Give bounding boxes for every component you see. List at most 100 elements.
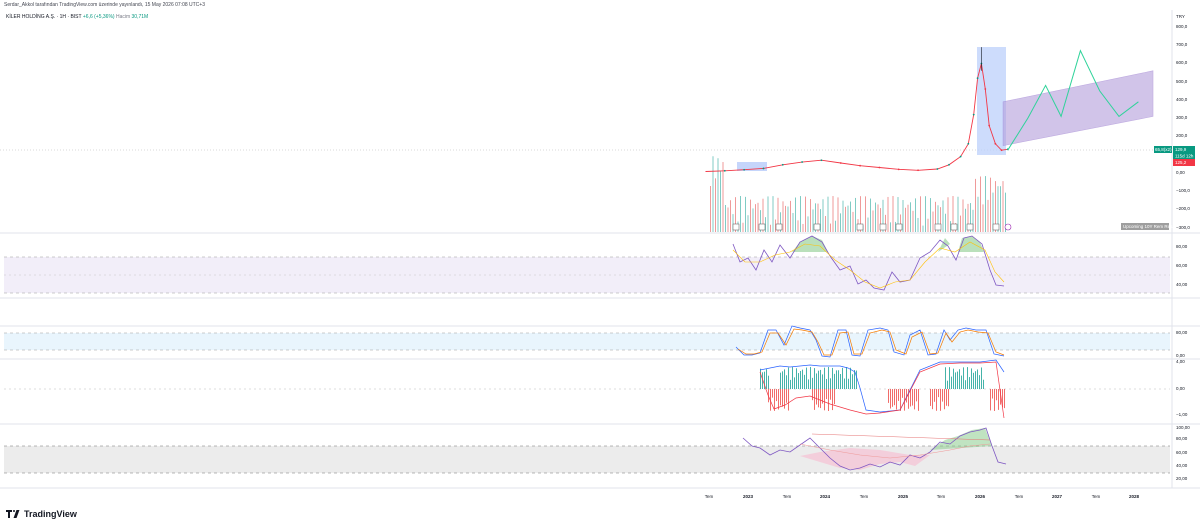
- osc-tick: 4,00: [1176, 359, 1185, 364]
- volume-bar: [832, 196, 834, 232]
- earnings-marker[interactable]: [950, 223, 958, 231]
- osc-bar: [998, 389, 999, 410]
- osc-bar: [834, 373, 835, 389]
- osc-bar: [912, 389, 913, 406]
- earnings-marker[interactable]: [879, 223, 887, 231]
- last-price-text: 129,9: [1175, 147, 1187, 152]
- price-point: [839, 162, 842, 164]
- osc-bar: [994, 389, 995, 411]
- price-tick: 300,0: [1176, 115, 1188, 120]
- price-tick: −300,0: [1176, 225, 1190, 230]
- volume-bar: [727, 207, 729, 232]
- osc-bar: [828, 367, 829, 389]
- volume-bar: [980, 176, 981, 232]
- volume-bar: [797, 220, 799, 232]
- osc-bar: [818, 389, 819, 408]
- osc-tick: −1,00: [1176, 412, 1188, 417]
- osc-bar: [812, 377, 813, 389]
- volume-bar: [830, 223, 831, 232]
- rsi-tick: 60,00: [1176, 263, 1188, 268]
- osc-bar: [979, 375, 980, 389]
- indicator-axes: 80,00 60,00 40,00 80,00 0,00 4,00 0,00 −…: [1176, 244, 1190, 481]
- tradingview-brand[interactable]: TradingView: [6, 509, 77, 519]
- osc-bar: [852, 374, 853, 389]
- osc-bar: [973, 372, 974, 389]
- chart-canvas[interactable]: TRY 800,0 700,0 600,0 500,0 400,0 300,0 …: [0, 0, 1200, 526]
- osc-bar: [780, 372, 781, 389]
- volume-bar: [870, 198, 871, 232]
- volume-bar: [825, 216, 826, 232]
- price-axis[interactable]: TRY 800,0 700,0 600,0 500,0 400,0 300,0 …: [1176, 14, 1190, 230]
- osc-bar: [800, 370, 801, 389]
- volume-bar: [960, 215, 961, 232]
- earnings-marker[interactable]: [775, 223, 783, 231]
- rsi-fill-upper: [792, 236, 984, 252]
- price-point: [972, 113, 975, 116]
- dividend-marker[interactable]: [1004, 223, 1012, 231]
- osc-bar: [802, 369, 803, 389]
- earnings-marker[interactable]: [732, 223, 740, 231]
- osc-bar: [836, 370, 837, 389]
- osc-bar: [760, 368, 761, 389]
- price-series: [705, 47, 1009, 172]
- time-tick: 2023: [743, 494, 754, 499]
- price-point: [762, 167, 765, 170]
- osc-bar: [916, 389, 917, 402]
- price-point: [897, 168, 900, 171]
- rsi2-tick: 40,00: [1176, 463, 1188, 468]
- volume-bar: [745, 196, 746, 232]
- volume-bar: [965, 208, 966, 232]
- osc-bar: [996, 389, 997, 401]
- rsi-tick: 40,00: [1176, 282, 1188, 287]
- osc-bar: [790, 379, 791, 389]
- volume-bar: [840, 213, 841, 232]
- osc-bar: [944, 389, 945, 410]
- volume-bar: [772, 196, 774, 232]
- volume-bar: [977, 196, 979, 232]
- time-axis[interactable]: Tem 2023 Tem 2024 Tem 2025 Tem 2026 Tem …: [705, 494, 1140, 499]
- volume-bar: [982, 204, 984, 232]
- volume-bar: [930, 198, 931, 232]
- osc-bar: [961, 375, 962, 389]
- earnings-marker[interactable]: [813, 223, 821, 231]
- volume-bar: [1000, 186, 1001, 232]
- stoch-band: [4, 333, 1170, 350]
- earnings-marker[interactable]: [992, 223, 1000, 231]
- time-tick: Tem: [860, 494, 869, 499]
- price-point: [936, 168, 939, 170]
- volume-bar: [807, 216, 809, 232]
- tradingview-logo-icon: [6, 510, 20, 518]
- osc-bar: [894, 389, 895, 406]
- osc-bar: [784, 369, 785, 389]
- price-tick: 200,0: [1176, 133, 1188, 138]
- osc-bar: [840, 374, 841, 389]
- osc-bar: [844, 378, 845, 389]
- volume-bar: [787, 206, 789, 232]
- price-tick: 0,00: [1176, 170, 1185, 175]
- volume-bar: [902, 200, 904, 232]
- osc-bar: [971, 368, 972, 389]
- volume-bar: [770, 224, 771, 232]
- osc-bar: [934, 389, 935, 402]
- osc-bar: [955, 372, 956, 389]
- time-tick: Tem: [705, 494, 714, 499]
- osc-bar: [854, 370, 855, 389]
- earnings-markers[interactable]: [732, 223, 1012, 231]
- earnings-marker[interactable]: [934, 223, 942, 231]
- osc-bar: [786, 389, 787, 403]
- rsi2-band: [4, 446, 1170, 473]
- volume-bar: [747, 215, 749, 232]
- earnings-marker[interactable]: [966, 223, 974, 231]
- osc-bar: [828, 389, 829, 411]
- osc-bar: [959, 369, 960, 389]
- price-point: [967, 142, 970, 145]
- osc-bar: [842, 367, 843, 389]
- osc-bar: [818, 370, 819, 389]
- earnings-marker[interactable]: [856, 223, 864, 231]
- osc-bar: [977, 369, 978, 389]
- osc-bar: [910, 389, 911, 407]
- earnings-marker[interactable]: [758, 223, 766, 231]
- volume-bar: [915, 198, 916, 232]
- volume-bar: [730, 200, 731, 232]
- earnings-marker[interactable]: [895, 223, 903, 231]
